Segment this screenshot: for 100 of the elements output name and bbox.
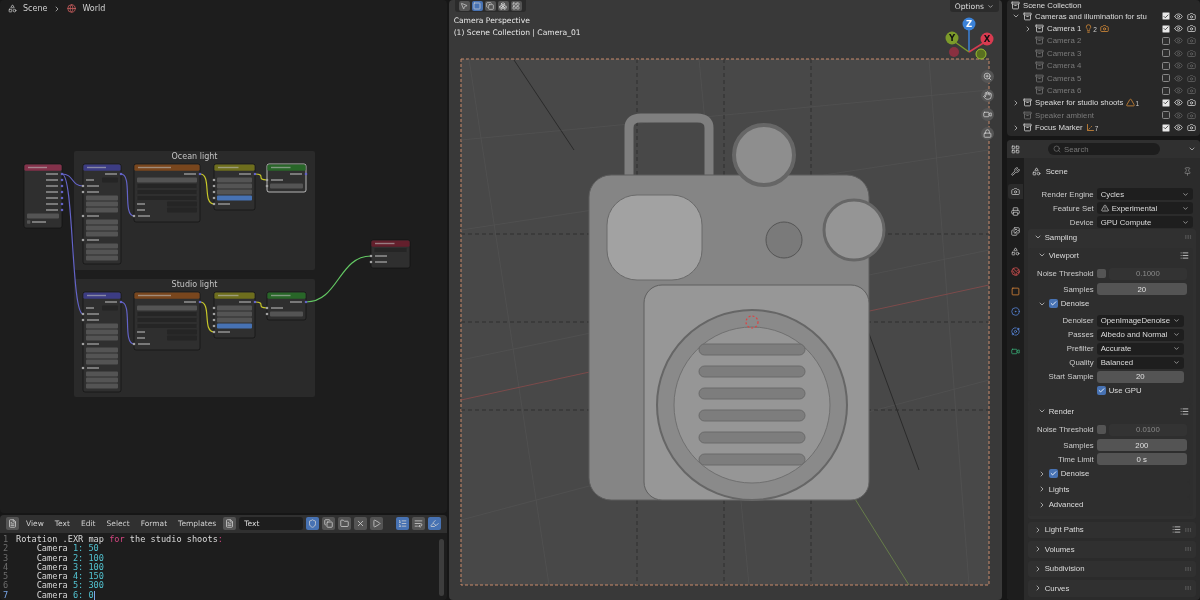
node-link [120, 173, 135, 217]
checkbox[interactable] [1162, 98, 1170, 107]
grip-icon[interactable] [1184, 233, 1192, 242]
code-line: Rotation .EXR map for the studio shoots: [16, 534, 224, 545]
node-card[interactable] [132, 291, 202, 351]
axis-label: Y [948, 33, 955, 43]
square-icon[interactable] [471, 1, 483, 11]
node-link [199, 173, 215, 205]
camera-icon[interactable] [1007, 184, 1023, 199]
box-icon [1035, 61, 1044, 71]
play-icon[interactable] [370, 517, 384, 531]
checkbox[interactable] [1162, 36, 1170, 45]
axes-icon[interactable] [1085, 123, 1095, 133]
axis-handle[interactable] [962, 17, 976, 53]
eye-icon[interactable] [1174, 123, 1183, 133]
code-line: Camera 3: 100 [35, 562, 105, 572]
line-number: 5 [3, 572, 10, 582]
node-link [120, 301, 135, 345]
checkbox[interactable] [1162, 61, 1170, 70]
node-link [254, 301, 268, 309]
node-card[interactable] [23, 163, 64, 229]
folder-icon[interactable] [338, 517, 352, 531]
frame-label: Ocean light [171, 152, 218, 162]
3d-cursor-icon [745, 315, 759, 329]
list-icon[interactable] [1172, 525, 1181, 535]
camera-icon[interactable] [1187, 24, 1196, 34]
checkbox[interactable] [1048, 299, 1058, 309]
scrollbar[interactable] [438, 538, 444, 596]
checkbox[interactable] [1096, 269, 1106, 278]
list-icon[interactable] [1180, 406, 1189, 416]
code-line: Camera 5: 300 [35, 581, 105, 591]
checkbox[interactable] [1162, 12, 1170, 21]
eye-icon[interactable] [1174, 24, 1183, 34]
node-card[interactable] [81, 291, 123, 393]
node-card[interactable] [81, 163, 123, 265]
checkbox[interactable] [1162, 49, 1170, 58]
node-card[interactable] [265, 291, 308, 321]
close-icon[interactable] [354, 517, 368, 531]
shield-icon[interactable] [306, 517, 320, 531]
line-number: 6 [3, 581, 10, 591]
lightbulb-icon[interactable] [1084, 24, 1094, 34]
checkbox[interactable] [1096, 425, 1106, 434]
line-number: 3 [3, 553, 10, 563]
wrap-text-icon[interactable] [411, 517, 425, 531]
checkbox[interactable] [1162, 24, 1170, 33]
line-number: 4 [3, 562, 10, 572]
code-line: Camera 1: 50 [35, 544, 100, 554]
box-icon [1035, 24, 1044, 34]
line-number: 1 [3, 534, 10, 544]
grip-icon[interactable] [1184, 564, 1192, 573]
box-icon [1035, 86, 1044, 96]
line-numbers-icon[interactable] [395, 517, 409, 531]
box-icon [1023, 98, 1032, 108]
code-line: Camera 2: 100 [35, 553, 105, 563]
caret-icon[interactable] [1188, 145, 1196, 153]
node-card[interactable] [212, 291, 257, 339]
breadcrumb-item[interactable]: Scene [23, 4, 48, 13]
code-line: Camera 6: 0 [35, 590, 96, 600]
axis-handle[interactable] [975, 48, 987, 60]
eye-icon[interactable] [1174, 98, 1183, 108]
shapes-icon [8, 4, 17, 13]
checkbox[interactable] [1162, 74, 1170, 83]
grip-icon[interactable] [1184, 525, 1192, 534]
line-number: 7 [3, 590, 10, 600]
node-card[interactable] [212, 163, 257, 211]
copy-icon[interactable] [322, 517, 336, 531]
checkbox[interactable] [1162, 123, 1170, 132]
editor-type-icon[interactable] [6, 517, 19, 531]
node-link [199, 301, 215, 333]
caret-icon [987, 2, 994, 10]
list-icon[interactable] [1180, 250, 1189, 260]
box-icon [1035, 36, 1044, 46]
checkbox[interactable] [1096, 386, 1106, 395]
node-link [254, 173, 268, 181]
line-number: 2 [3, 544, 10, 554]
camera-icon[interactable] [1099, 24, 1109, 34]
box-icon [1023, 110, 1032, 120]
search-icon [1053, 145, 1061, 153]
triangle-icon[interactable] [1126, 98, 1136, 108]
boxes-icon[interactable] [497, 1, 509, 11]
axis-handle[interactable] [948, 47, 959, 57]
checkbox[interactable] [1162, 111, 1170, 120]
grid-icon[interactable] [510, 1, 522, 11]
node-card[interactable] [132, 163, 202, 223]
grip-icon[interactable] [1184, 545, 1192, 554]
checkbox[interactable] [1162, 86, 1170, 95]
document-icon[interactable] [223, 517, 237, 531]
grip-icon[interactable] [1184, 584, 1192, 593]
globe-icon [67, 4, 77, 13]
eye-icon[interactable] [1174, 11, 1183, 21]
cursor-icon[interactable] [458, 1, 470, 11]
box-icon [1035, 73, 1044, 83]
axis-label: X [983, 34, 990, 44]
highlighter-icon[interactable] [427, 517, 441, 531]
editor-type-icon[interactable] [1011, 144, 1020, 154]
pin-icon[interactable] [1183, 166, 1192, 176]
checkbox[interactable] [1048, 469, 1058, 479]
node-card[interactable] [369, 239, 411, 269]
copy-icon[interactable] [484, 1, 496, 11]
breadcrumb-item[interactable]: World [82, 4, 106, 13]
